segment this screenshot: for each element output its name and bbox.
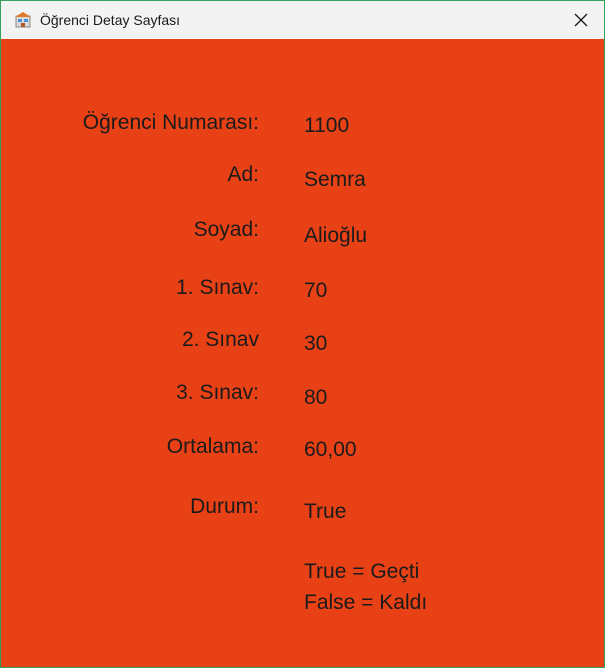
exam3-value: 80 (304, 386, 328, 409)
last-name-label: Soyad: (193, 218, 259, 241)
student-detail-window: Öğrenci Detay Sayfası Öğrenci Numarası: … (0, 0, 605, 668)
student-number-value: 1100 (304, 114, 350, 137)
exam3-label: 3. Sınav: (176, 381, 259, 404)
app-window-icon (15, 12, 31, 28)
legend-fail: False = Kaldı (304, 591, 428, 614)
average-label: Ortalama: (166, 435, 259, 458)
first-name-value: Semra (304, 168, 366, 191)
first-name-label: Ad: (227, 163, 259, 186)
exam2-value: 30 (304, 332, 328, 355)
legend-pass: True = Geçti (304, 560, 420, 583)
status-label: Durum: (190, 495, 259, 518)
average-value: 60,00 (304, 438, 357, 461)
title-bar[interactable]: Öğrenci Detay Sayfası (1, 1, 604, 39)
form-area: Öğrenci Numarası: 1100 Ad: Semra Soyad: … (1, 39, 604, 667)
close-icon (574, 13, 588, 27)
student-number-label: Öğrenci Numarası: (82, 111, 259, 134)
window-title: Öğrenci Detay Sayfası (40, 12, 181, 28)
exam1-value: 70 (304, 279, 328, 302)
exam1-label: 1. Sınav: (176, 276, 259, 299)
close-button[interactable] (558, 1, 604, 39)
last-name-value: Alioğlu (304, 224, 368, 247)
status-value: True (304, 500, 347, 523)
exam2-label: 2. Sınav (181, 328, 259, 351)
